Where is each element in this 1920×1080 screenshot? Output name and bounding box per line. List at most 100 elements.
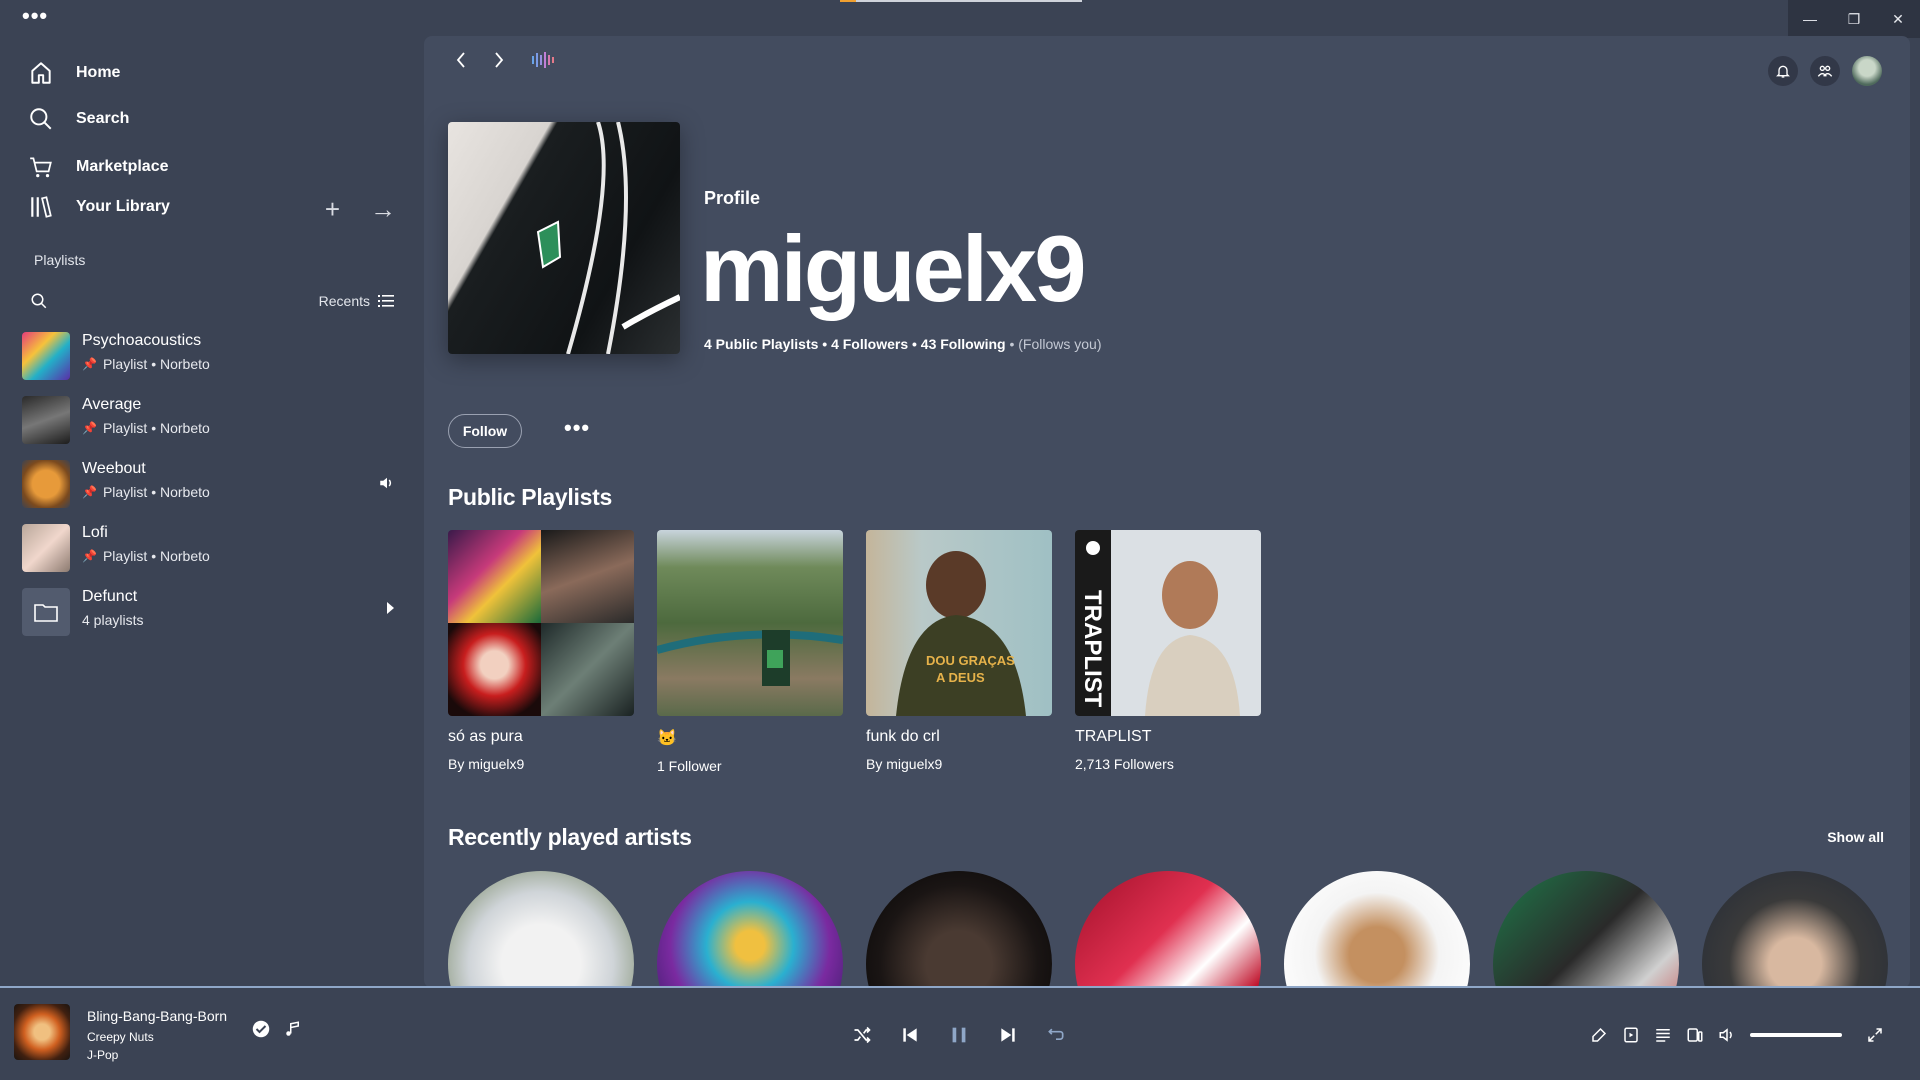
- filter-playlists-chip[interactable]: Playlists: [34, 252, 85, 268]
- list-icon: [378, 295, 394, 307]
- friends-icon: [1817, 65, 1833, 77]
- now-playing-artist[interactable]: Creepy Nuts: [87, 1030, 154, 1044]
- more-options-button[interactable]: •••: [564, 417, 590, 439]
- pin-icon: 📌: [82, 357, 97, 371]
- user-avatar-button[interactable]: [1852, 56, 1882, 86]
- follow-button[interactable]: Follow: [448, 414, 522, 448]
- profile-name: miguelx9: [700, 216, 1086, 321]
- home-icon: [31, 62, 51, 84]
- library-search-icon[interactable]: [30, 292, 48, 310]
- minimize-button[interactable]: —: [1788, 0, 1832, 38]
- library-item[interactable]: Average 📌 Playlist • Norbeto: [22, 390, 402, 446]
- svg-text:DOU GRAÇAS: DOU GRAÇAS: [926, 653, 1015, 668]
- folder-cover: [22, 588, 70, 636]
- artist-avatar[interactable]: [1702, 871, 1888, 988]
- artist-avatar[interactable]: [866, 871, 1052, 988]
- restore-button[interactable]: ❐: [1832, 0, 1876, 38]
- artist-avatar[interactable]: [1493, 871, 1679, 988]
- music-note-icon[interactable]: [284, 1020, 302, 1038]
- library-actions: + →: [325, 196, 396, 222]
- queue-icon[interactable]: [1654, 1026, 1672, 1044]
- nav-marketplace[interactable]: Marketplace: [28, 154, 169, 180]
- playlist-cover: [22, 396, 70, 444]
- create-playlist-button[interactable]: +: [325, 196, 340, 222]
- pin-icon: 📌: [82, 485, 97, 499]
- library-item[interactable]: Lofi 📌 Playlist • Norbeto: [22, 518, 402, 574]
- playlist-card[interactable]: DOU GRAÇAS A DEUS funk do crl By miguelx…: [866, 530, 1052, 772]
- lyrics-mic-icon[interactable]: [1590, 1026, 1608, 1044]
- show-all-link[interactable]: Show all: [1827, 829, 1884, 845]
- repeat-icon[interactable]: [1046, 1025, 1066, 1045]
- volume-slider[interactable]: [1750, 1033, 1842, 1037]
- playlist-cover: DOU GRAÇAS A DEUS: [866, 530, 1052, 716]
- app-menu-button[interactable]: •••: [22, 5, 48, 27]
- nav-search-label: Search: [76, 110, 130, 127]
- pause-icon[interactable]: [948, 1024, 970, 1046]
- next-icon[interactable]: [998, 1025, 1018, 1045]
- recent-artists-heading[interactable]: Recently played artists: [448, 824, 692, 851]
- followers-link[interactable]: 4 Followers: [831, 336, 908, 352]
- public-playlists-link[interactable]: 4 Public Playlists: [704, 336, 818, 352]
- search-icon: [30, 108, 52, 130]
- now-playing-cover[interactable]: [14, 1004, 70, 1060]
- forward-icon[interactable]: [492, 50, 506, 70]
- playlist-subtitle: By miguelx9: [866, 756, 943, 772]
- playback-controls: [852, 1024, 1066, 1046]
- pin-icon: 📌: [82, 421, 97, 435]
- nav-library-label: Your Library: [76, 198, 170, 215]
- nav-home[interactable]: Home: [28, 60, 120, 86]
- artist-avatar[interactable]: [657, 871, 843, 988]
- extra-controls: [1590, 1026, 1884, 1044]
- library-item-title: Lofi: [82, 524, 108, 541]
- library-item-subtitle: 📌 Playlist • Norbeto: [82, 548, 210, 564]
- volume-icon[interactable]: [1718, 1026, 1736, 1044]
- expand-library-button[interactable]: →: [370, 196, 396, 222]
- now-playing-view-icon[interactable]: [1622, 1026, 1640, 1044]
- previous-icon[interactable]: [900, 1025, 920, 1045]
- library-icon: [31, 196, 52, 218]
- artist-avatar[interactable]: [1075, 871, 1261, 988]
- profile-stats: 4 Public Playlists • 4 Followers • 43 Fo…: [704, 336, 1102, 352]
- saved-check-icon[interactable]: [252, 1020, 270, 1038]
- playlist-card[interactable]: 🐱 1 Follower: [657, 530, 843, 774]
- playlist-card[interactable]: só as pura By miguelx9: [448, 530, 634, 772]
- now-playing-title[interactable]: Bling-Bang-Bang-Born: [87, 1008, 227, 1024]
- nav-marketplace-label: Marketplace: [76, 158, 169, 175]
- back-icon[interactable]: [454, 50, 468, 70]
- shuffle-icon[interactable]: [852, 1025, 872, 1045]
- close-button[interactable]: ✕: [1876, 0, 1920, 38]
- soundwave-icon[interactable]: [530, 50, 560, 70]
- connect-device-icon[interactable]: [1686, 1026, 1704, 1044]
- public-playlists-heading[interactable]: Public Playlists: [448, 484, 612, 511]
- separator: •: [912, 336, 921, 352]
- library-item-subtitle: 📌 Playlist • Norbeto: [82, 484, 210, 500]
- nav-search[interactable]: Search: [28, 106, 129, 132]
- playlist-cover: [22, 332, 70, 380]
- library-item[interactable]: Weebout 📌 Playlist • Norbeto: [22, 454, 402, 510]
- library-item[interactable]: Psychoacoustics 📌 Playlist • Norbeto: [22, 326, 402, 382]
- library-item-title: Average: [82, 396, 142, 413]
- playlist-card[interactable]: TRAPLIST TRAPLIST 2,713 Followers: [1075, 530, 1261, 772]
- artist-avatar[interactable]: [448, 871, 634, 988]
- friend-activity-button[interactable]: [1810, 56, 1840, 86]
- following-link[interactable]: 43 Following: [921, 336, 1006, 352]
- library-item-title: Defunct: [82, 588, 138, 605]
- profile-photo-art: [536, 122, 680, 354]
- nav-your-library[interactable]: Your Library: [28, 194, 170, 220]
- notifications-button[interactable]: [1768, 56, 1798, 86]
- library-folder[interactable]: Defunct 4 playlists: [22, 582, 402, 638]
- playlist-subtitle: By miguelx9: [448, 756, 525, 772]
- sort-recents-button[interactable]: Recents: [319, 293, 394, 309]
- pin-icon: 📌: [82, 549, 97, 563]
- separator: •: [1009, 336, 1019, 352]
- playlist-cover: [22, 524, 70, 572]
- cart-icon: [30, 157, 52, 178]
- expand-folder-icon[interactable]: [387, 602, 394, 614]
- cover-art: TRAPLIST: [1079, 541, 1240, 716]
- window-controls: — ❐ ✕: [1788, 0, 1920, 38]
- fullscreen-icon[interactable]: [1866, 1026, 1884, 1044]
- library-item-subtitle: 📌 Playlist • Norbeto: [82, 356, 210, 372]
- update-indicator: [840, 0, 1082, 2]
- artist-avatar[interactable]: [1284, 871, 1470, 988]
- playlist-title: funk do crl: [866, 728, 940, 745]
